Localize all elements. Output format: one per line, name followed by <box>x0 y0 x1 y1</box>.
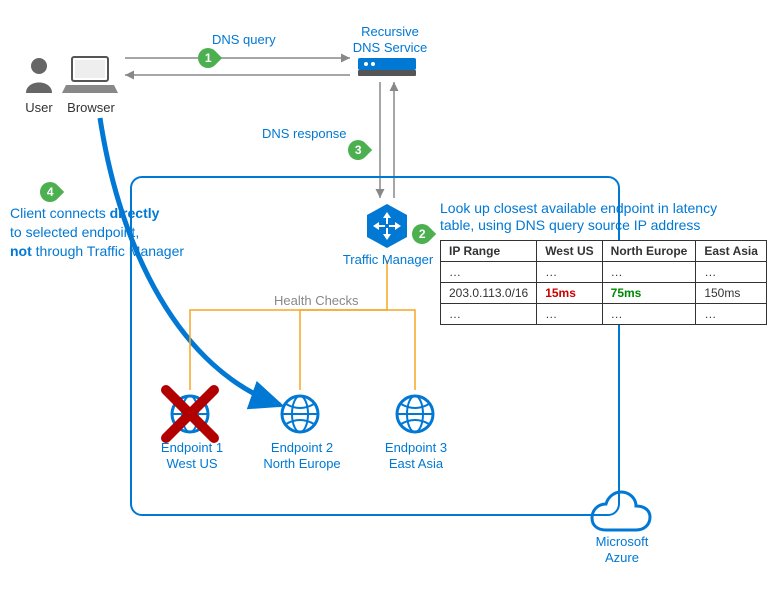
dns-response-label: DNS response <box>262 126 347 142</box>
user-icon <box>22 55 56 93</box>
th-iprange: IP Range <box>441 241 537 262</box>
th-westus: West US <box>537 241 602 262</box>
badge-3: 3 <box>344 136 372 164</box>
endpoint2-label: Endpoint 2North Europe <box>256 440 348 471</box>
dns-query-label: DNS query <box>212 32 276 48</box>
table-header-row: IP Range West US North Europe East Asia <box>441 241 767 262</box>
traffic-manager-label: Traffic Manager <box>340 252 436 268</box>
dns-server-icon <box>358 58 416 76</box>
endpoint3-label: Endpoint 3East Asia <box>376 440 456 471</box>
azure-label: MicrosoftAzure <box>590 534 654 565</box>
th-northeurope: North Europe <box>602 241 696 262</box>
lookup-text: Look up closest available endpoint in la… <box>440 200 770 234</box>
recursive-dns-label: RecursiveDNS Service <box>340 24 440 55</box>
table-row: 203.0.113.0/16 15ms 75ms 150ms <box>441 283 767 304</box>
health-checks-label: Health Checks <box>274 293 359 309</box>
browser-label: Browser <box>66 100 116 116</box>
endpoint-icon <box>393 392 437 436</box>
endpoint-icon <box>278 392 322 436</box>
badge-4: 4 <box>36 178 64 206</box>
endpoint1-label: Endpoint 1West US <box>152 440 232 471</box>
badge-1: 1 <box>194 44 222 72</box>
table-row: … … … … <box>441 262 767 283</box>
latency-table: IP Range West US North Europe East Asia … <box>440 240 767 325</box>
traffic-manager-icon <box>363 202 411 250</box>
client-connects-text: Client connects directlyto selected endp… <box>10 204 210 261</box>
red-x-icon <box>160 384 220 444</box>
laptop-icon <box>62 55 118 95</box>
user-label: User <box>18 100 60 116</box>
th-eastasia: East Asia <box>696 241 767 262</box>
table-row: … … … … <box>441 304 767 325</box>
azure-cloud-icon <box>588 490 652 532</box>
